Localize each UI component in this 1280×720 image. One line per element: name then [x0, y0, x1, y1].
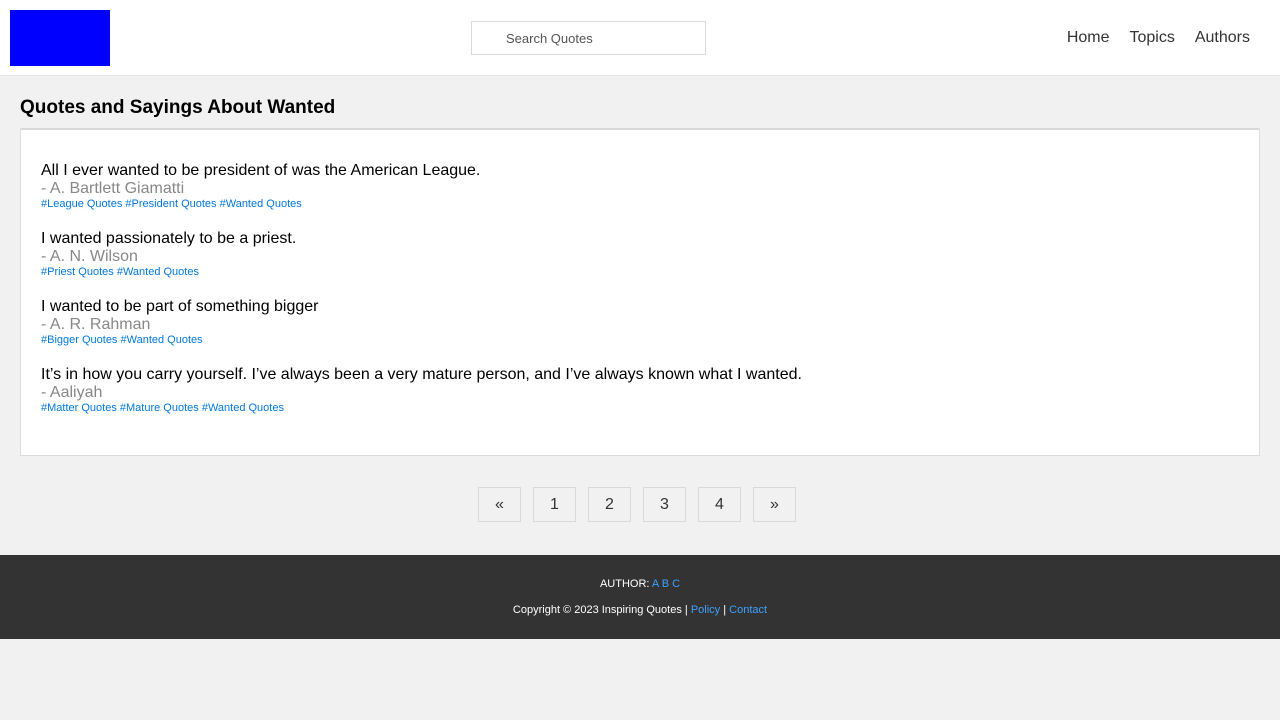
footer-policy-link[interactable]: Policy	[691, 604, 720, 616]
quote-item: It’s in how you carry yourself. I’ve alw…	[41, 366, 1239, 415]
page-title: Quotes and Sayings About Wanted	[20, 97, 336, 118]
pagination-prev-button[interactable]: «	[478, 487, 521, 522]
tag-link[interactable]: #Wanted Quotes	[220, 198, 302, 210]
main-nav: Home Topics Authors	[1057, 28, 1260, 48]
quote-text[interactable]: I wanted to be part of something bigger	[41, 298, 1239, 316]
quote-author[interactable]: - Aaliyah	[41, 384, 1239, 402]
tag-link[interactable]: #Wanted Quotes	[121, 334, 203, 346]
footer-author-letter-a[interactable]: A	[652, 578, 659, 590]
footer-separator: |	[684, 604, 688, 616]
quote-tags: #Bigger Quotes #Wanted Quotes	[41, 334, 1239, 347]
quote-item: I wanted to be part of something bigger -…	[41, 298, 1239, 347]
footer-copyright-row: Copyright © 2023 Inspiring Quotes | Poli…	[0, 603, 1280, 617]
pagination-page-4[interactable]: 4	[698, 487, 741, 522]
footer-author-row: AUTHOR: A B C	[0, 577, 1280, 591]
footer-author-letter-c[interactable]: C	[672, 578, 680, 590]
nav-authors-link[interactable]: Authors	[1195, 28, 1250, 48]
tag-link[interactable]: #League Quotes	[41, 198, 122, 210]
tag-link[interactable]: #Matter Quotes	[41, 402, 117, 414]
quotes-panel: All I ever wanted to be president of was…	[20, 128, 1260, 456]
tag-link[interactable]: #Bigger Quotes	[41, 334, 117, 346]
tag-link[interactable]: #President Quotes	[125, 198, 216, 210]
footer-author-label: AUTHOR:	[599, 578, 650, 590]
nav-home-link[interactable]: Home	[1067, 28, 1110, 48]
tag-link[interactable]: #Priest Quotes	[41, 266, 114, 278]
footer-copyright: Copyright © 2023 Inspiring Quotes	[512, 604, 682, 616]
tag-link[interactable]: #Wanted Quotes	[117, 266, 199, 278]
quote-item: I wanted passionately to be a priest. - A…	[41, 230, 1239, 279]
quote-author[interactable]: - A. R. Rahman	[41, 316, 1239, 334]
footer-separator: |	[723, 604, 727, 616]
pagination-next-button[interactable]: »	[753, 487, 796, 522]
tag-link[interactable]: #Mature Quotes	[120, 402, 199, 414]
quote-text[interactable]: I wanted passionately to be a priest.	[41, 230, 1239, 248]
quote-tags: #League Quotes #President Quotes #Wanted…	[41, 198, 1239, 211]
pagination-page-2[interactable]: 2	[588, 487, 631, 522]
pagination: « 1 2 3 4 »	[0, 487, 1280, 522]
nav-topics-link[interactable]: Topics	[1130, 28, 1175, 48]
quote-author[interactable]: - A. Bartlett Giamatti	[41, 180, 1239, 198]
quote-author[interactable]: - A. N. Wilson	[41, 248, 1239, 266]
quote-text[interactable]: All I ever wanted to be president of was…	[41, 162, 1239, 180]
quote-tags: #Matter Quotes #Mature Quotes #Wanted Qu…	[41, 402, 1239, 415]
search-input[interactable]	[471, 21, 706, 55]
pagination-page-1[interactable]: 1	[533, 487, 576, 522]
quote-text[interactable]: It’s in how you carry yourself. I’ve alw…	[41, 366, 1239, 384]
quote-tags: #Priest Quotes #Wanted Quotes	[41, 266, 1239, 279]
footer-contact-link[interactable]: Contact	[729, 604, 767, 616]
site-footer: AUTHOR: A B C Copyright © 2023 Inspiring…	[0, 555, 1280, 639]
quote-item: All I ever wanted to be president of was…	[41, 162, 1239, 211]
footer-author-letter-b[interactable]: B	[662, 578, 669, 590]
pagination-page-3[interactable]: 3	[643, 487, 686, 522]
site-logo[interactable]	[10, 10, 110, 66]
tag-link[interactable]: #Wanted Quotes	[202, 402, 284, 414]
site-header: Home Topics Authors	[0, 0, 1280, 76]
